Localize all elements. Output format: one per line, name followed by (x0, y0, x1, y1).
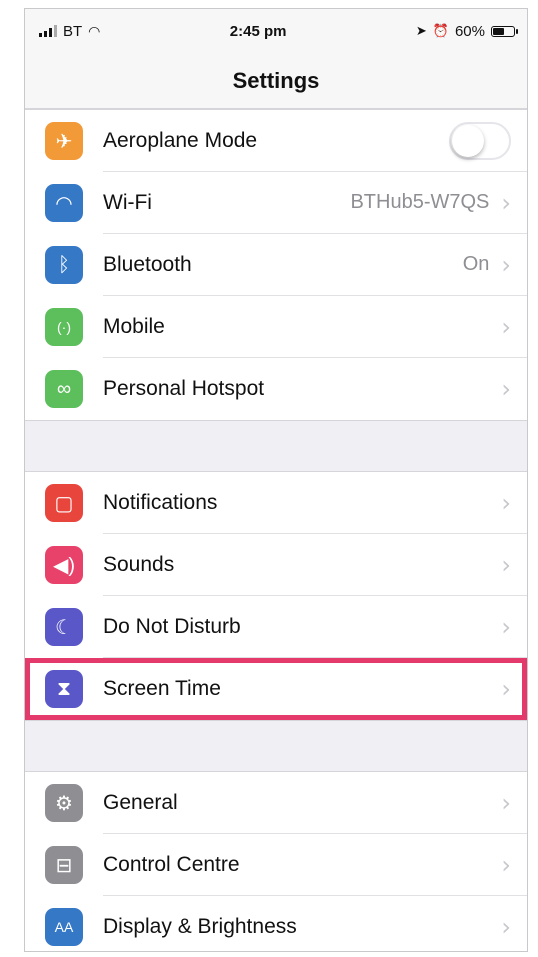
row-label: Do Not Disturb (103, 614, 241, 638)
carrier-label: BT (63, 22, 83, 40)
row-label: Control Centre (103, 852, 240, 876)
settings-row-control-centre[interactable]: ⊟ Control Centre › (25, 834, 527, 896)
switches-icon: ⊟ (45, 846, 83, 884)
battery-percent: 60% (454, 22, 485, 40)
settings-row-screen-time[interactable]: ⧗ Screen Time › (25, 658, 527, 720)
row-label: Mobile (103, 314, 165, 338)
airplane-icon: ✈ (45, 122, 83, 160)
row-content: Aeroplane Mode (103, 110, 527, 172)
row-content: Do Not Disturb › (103, 596, 527, 658)
settings-group: ⚙ General › ⊟ Control Centre › AA Display & Bri… (25, 771, 527, 951)
location-icon: ➤ (415, 23, 427, 38)
row-label: Bluetooth (103, 252, 192, 276)
page-title: Settings (232, 67, 320, 93)
chevron-right-icon: › (501, 312, 511, 341)
chevron-right-icon: › (501, 250, 511, 279)
aeroplane-mode-toggle[interactable] (449, 121, 511, 160)
row-value: On (462, 253, 490, 275)
row-content: Bluetooth On › (103, 234, 527, 296)
row-content: General › (103, 772, 527, 834)
alarm-icon: ⏰ (432, 23, 449, 38)
row-label: Aeroplane Mode (103, 128, 258, 152)
row-label: Notifications (103, 490, 218, 514)
wifi-status-icon: ◠ (88, 22, 101, 39)
row-content: Control Centre › (103, 834, 527, 896)
settings-row-aeroplane-mode[interactable]: ✈ Aeroplane Mode (25, 110, 527, 172)
settings-row-general[interactable]: ⚙ General › (25, 772, 527, 834)
row-content: Personal Hotspot › (103, 358, 527, 420)
settings-row-mobile[interactable]: (·) Mobile › (25, 296, 527, 358)
moon-icon: ☾ (45, 608, 83, 646)
settings-row-sounds[interactable]: ◀) Sounds › (25, 534, 527, 596)
row-value: BTHub5-W7QS (350, 191, 490, 213)
speaker-icon: ◀) (45, 546, 83, 584)
status-time: 2:45 pm (229, 22, 287, 40)
nav-bar: Settings (25, 53, 527, 109)
settings-row-notifications[interactable]: ▢ Notifications › (25, 472, 527, 534)
row-content: Mobile › (103, 296, 527, 358)
chevron-right-icon: › (501, 788, 511, 817)
gear-icon: ⚙ (45, 784, 83, 822)
chevron-right-icon: › (501, 550, 511, 579)
settings-row-display-brightness[interactable]: AA Display & Brightness › (25, 896, 527, 951)
settings-row-bluetooth[interactable]: ᛒ Bluetooth On › (25, 234, 527, 296)
settings-group: ✈ Aeroplane Mode ◠ Wi-Fi BTHub5-W7QS › ᛒ Blueto… (25, 109, 527, 421)
settings-row-wi-fi[interactable]: ◠ Wi-Fi BTHub5-W7QS › (25, 172, 527, 234)
row-content: Wi-Fi BTHub5-W7QS › (103, 172, 527, 234)
hotspot-link-icon: ∞ (45, 370, 83, 408)
row-label: General (103, 790, 178, 814)
row-label: Display & Brightness (103, 915, 297, 938)
signal-strength-icon (39, 25, 57, 37)
row-content: Display & Brightness › (103, 896, 527, 951)
chevron-right-icon: › (501, 612, 511, 641)
row-label: Personal Hotspot (103, 377, 265, 400)
chevron-right-icon: › (501, 188, 511, 217)
row-content: Screen Time › (103, 658, 527, 720)
battery-icon (491, 25, 518, 37)
settings-row-do-not-disturb[interactable]: ☾ Do Not Disturb › (25, 596, 527, 658)
status-bar: BT ◠ 2:45 pm ➤ ⏰ 60% (25, 9, 527, 53)
row-content: Sounds › (103, 534, 527, 596)
wifi-icon: ◠ (45, 184, 83, 222)
row-label: Screen Time (103, 677, 221, 700)
row-label: Sounds (103, 552, 175, 576)
settings-screen: BT ◠ 2:45 pm ➤ ⏰ 60% Settings ✈ Aeroplane… (24, 8, 528, 952)
row-content: Notifications › (103, 472, 527, 534)
text-size-icon: AA (45, 908, 83, 946)
notifications-icon: ▢ (45, 484, 83, 522)
hourglass-icon: ⧗ (45, 670, 83, 708)
settings-group: ▢ Notifications › ◀) Sounds › ☾ Do Not Disturb ›… (25, 471, 527, 721)
chevron-right-icon: › (501, 675, 511, 703)
chevron-right-icon: › (501, 913, 511, 941)
chevron-right-icon: › (501, 488, 511, 517)
settings-row-personal-hotspot[interactable]: ∞ Personal Hotspot › (25, 358, 527, 420)
chevron-right-icon: › (501, 850, 511, 879)
bluetooth-icon: ᛒ (45, 246, 83, 284)
chevron-right-icon: › (501, 375, 511, 403)
row-label: Wi-Fi (103, 190, 152, 214)
antenna-icon: (·) (45, 308, 83, 346)
